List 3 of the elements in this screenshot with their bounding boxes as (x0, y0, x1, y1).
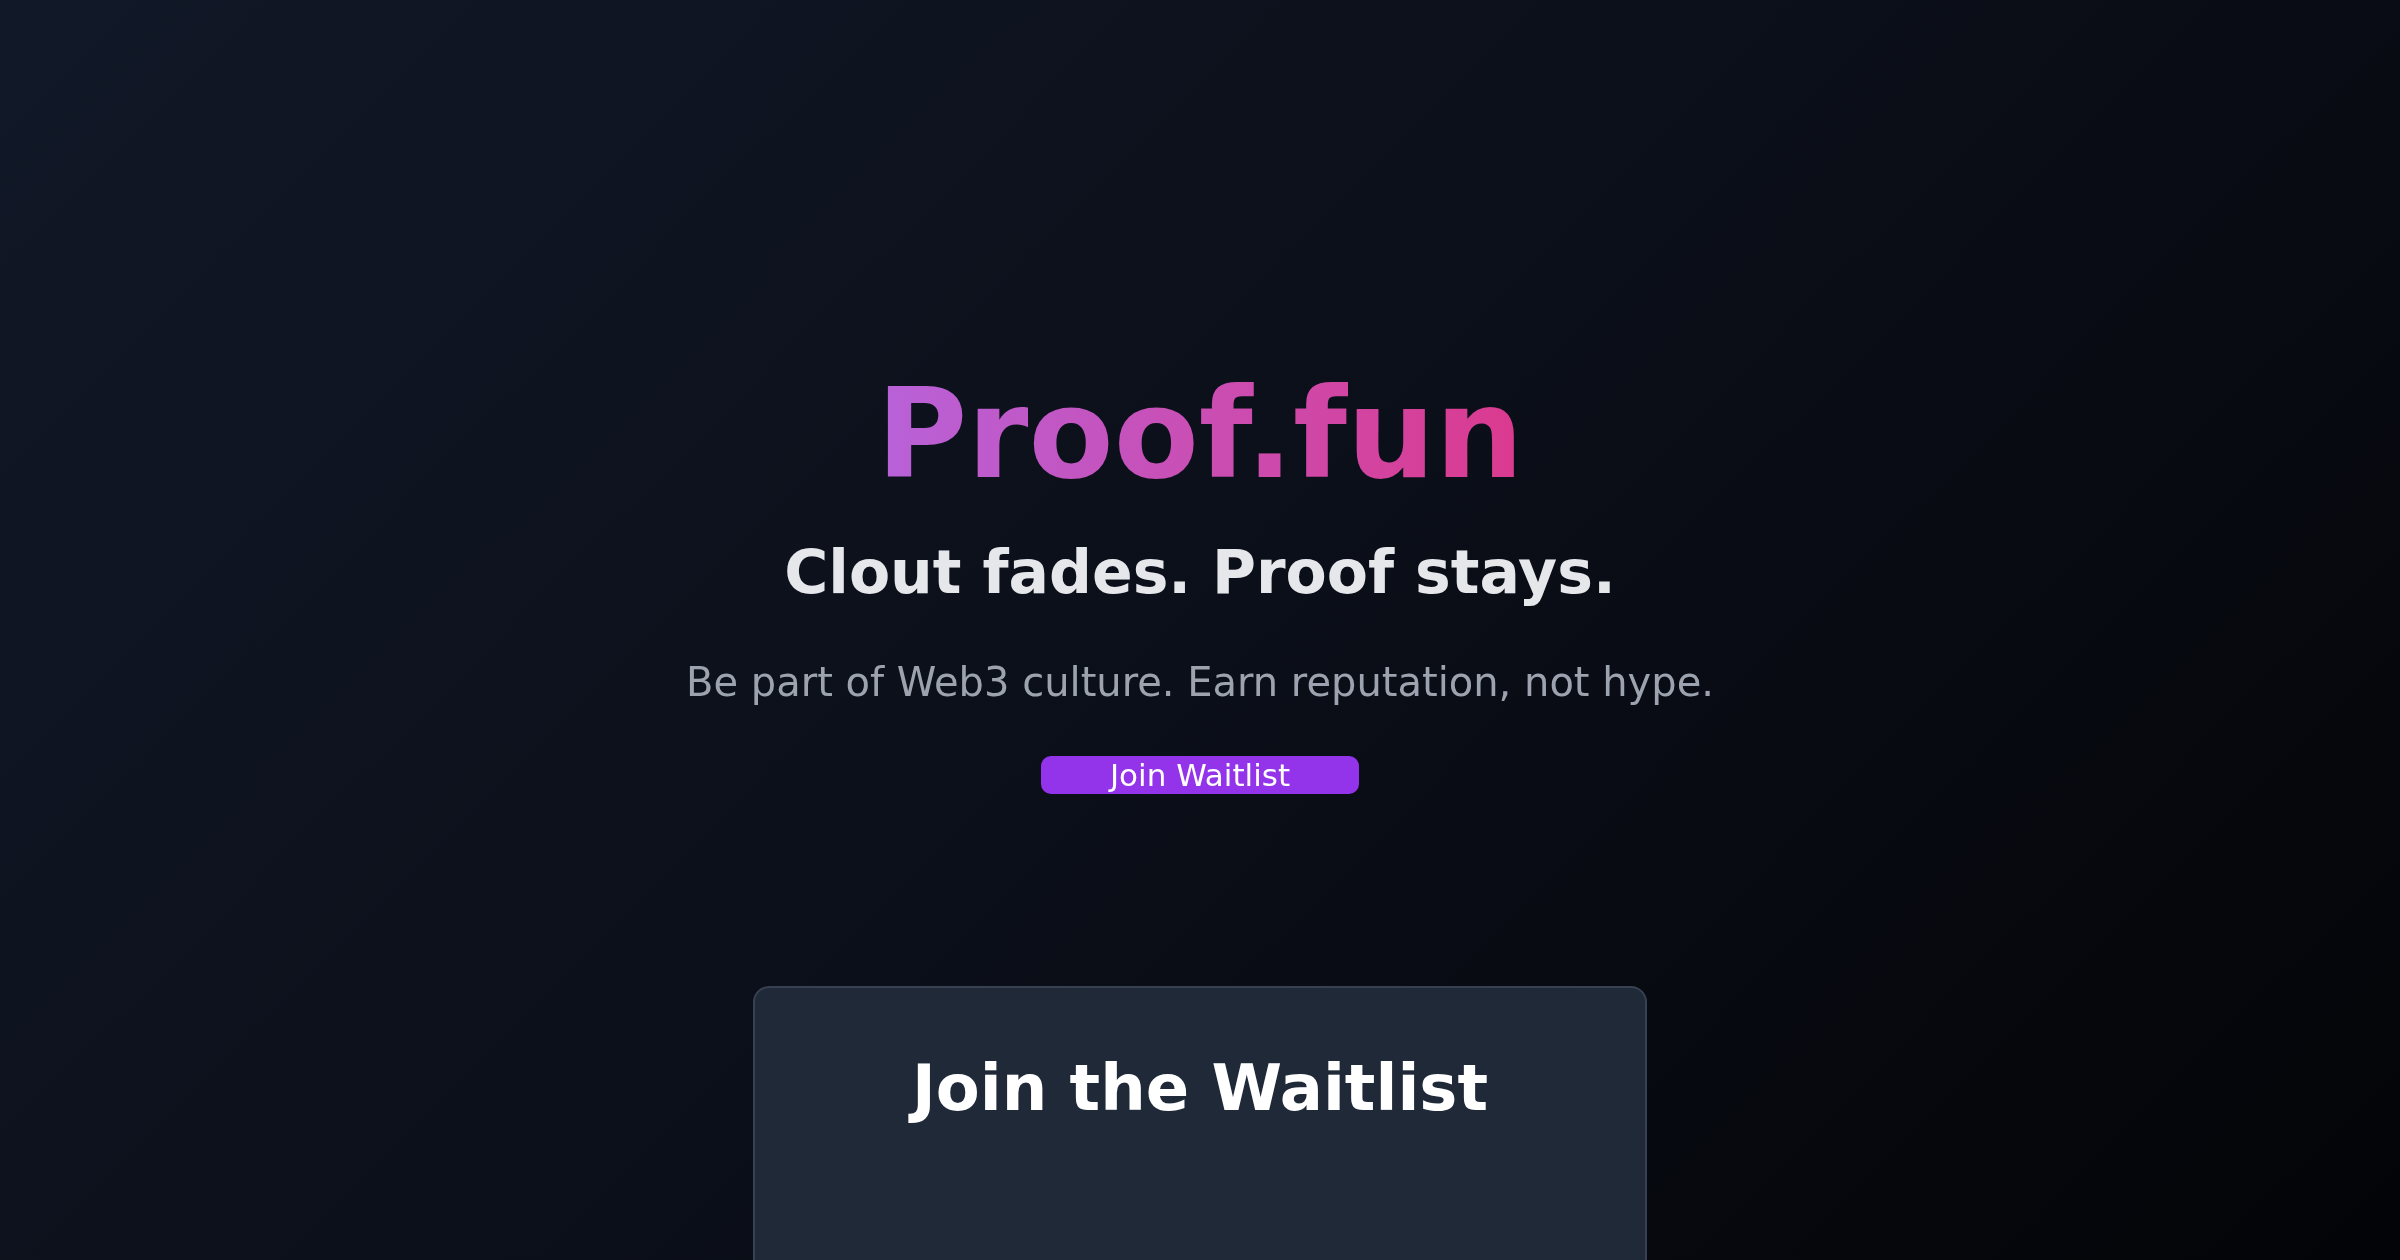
tagline: Be part of Web3 culture. Earn reputation, not hype. (686, 658, 1714, 707)
join-waitlist-button[interactable]: Join Waitlist (1041, 756, 1359, 795)
headline: Clout fades. Proof stays. (784, 536, 1616, 609)
